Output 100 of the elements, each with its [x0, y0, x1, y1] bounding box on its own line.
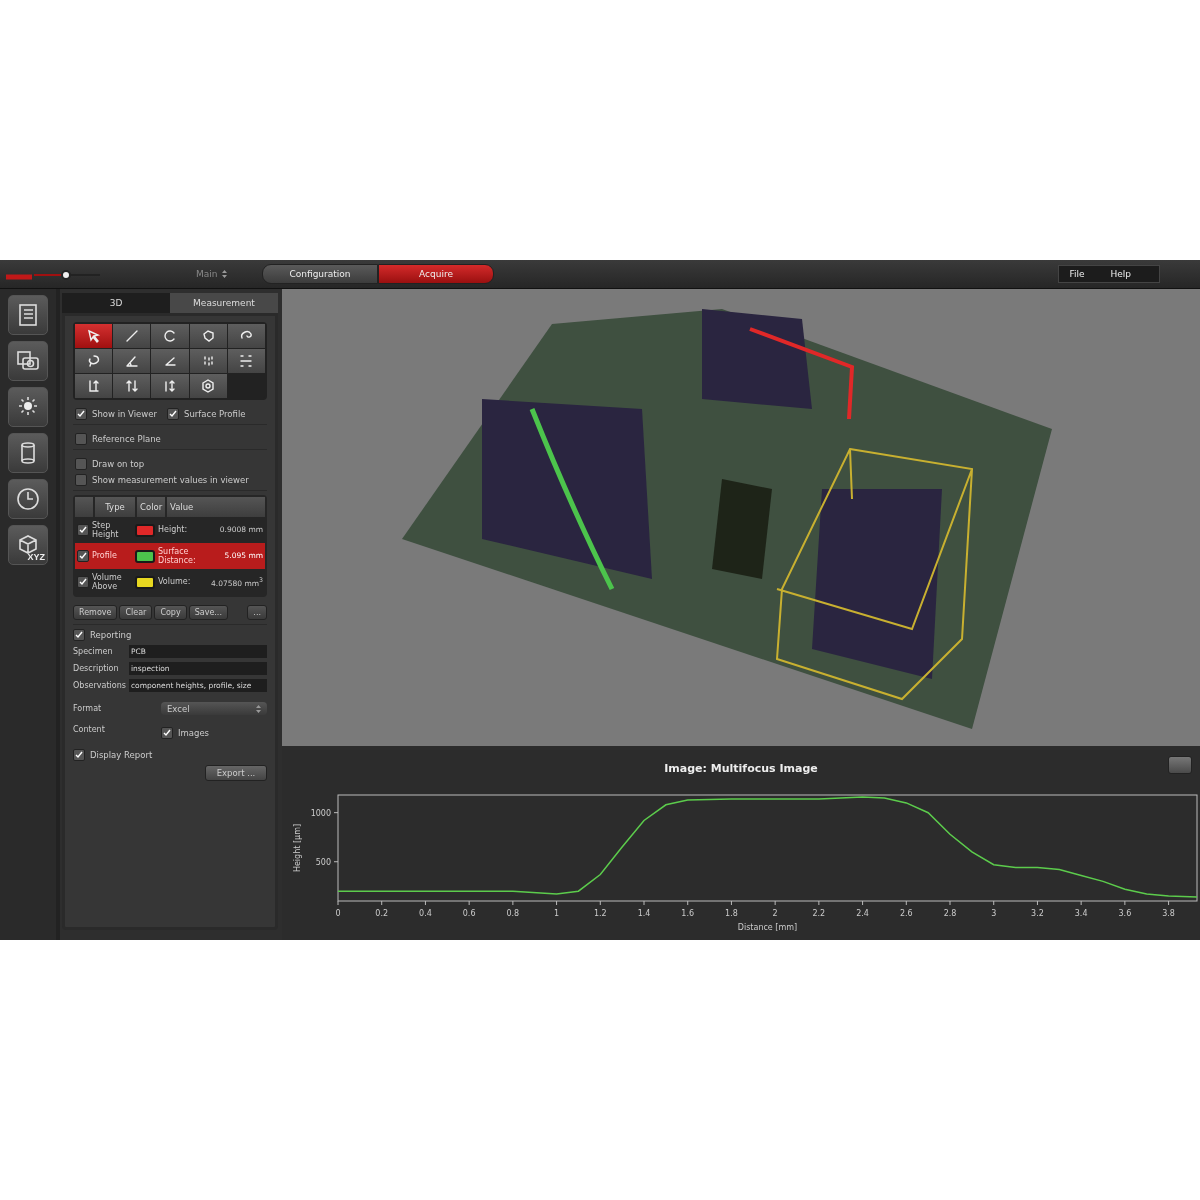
measure-tool-button[interactable]	[189, 324, 227, 348]
x-tick-label: 1.4	[637, 909, 651, 918]
x-tick-label: 0.6	[462, 909, 476, 918]
x-tick-label: 1	[554, 909, 560, 918]
column-header	[75, 497, 93, 517]
spinner-icon	[256, 704, 261, 713]
y-axis-label: Height [µm]	[293, 823, 302, 873]
chart-title: Image: Multifocus Image	[664, 762, 818, 775]
checkbox[interactable]	[77, 550, 89, 562]
action-button[interactable]: Clear	[119, 605, 153, 620]
check-icon	[77, 410, 85, 418]
x-tick-label: 3.8	[1162, 909, 1175, 918]
panel-tab[interactable]: Measurement	[170, 293, 278, 313]
column-header: Type	[95, 497, 135, 517]
option-label: Reporting	[90, 630, 132, 640]
value-label: Surface Distance:	[158, 546, 197, 566]
measure-tool-button[interactable]	[113, 324, 151, 348]
action-button[interactable]: Copy	[154, 605, 187, 620]
measure-tool-button[interactable]	[151, 349, 189, 373]
check-icon	[169, 410, 177, 418]
camera-tool-button[interactable]	[8, 341, 48, 381]
option-label: Display Report	[90, 750, 153, 760]
checkbox[interactable]	[77, 524, 89, 536]
measure-tool-button[interactable]	[227, 349, 265, 373]
option-label: Surface Profile	[184, 409, 246, 419]
export-button[interactable]: Export ...	[205, 765, 267, 781]
field-label: Specimen	[73, 647, 114, 656]
action-button[interactable]: Save...	[188, 605, 228, 620]
option-label: Images	[178, 728, 210, 738]
field-label: Content	[73, 724, 106, 734]
type-cell-text: Step Height	[92, 520, 120, 540]
checkbox[interactable]	[75, 474, 87, 486]
format-select[interactable]: Excel	[161, 702, 267, 715]
checkbox[interactable]	[167, 408, 179, 420]
mode-select[interactable]: Main	[192, 266, 240, 282]
checkbox[interactable]	[75, 408, 87, 420]
measure-tool-button[interactable]	[227, 324, 265, 348]
x-tick-label: 3.6	[1118, 909, 1132, 918]
light-tool-button[interactable]	[8, 387, 48, 427]
checkbox[interactable]	[75, 433, 87, 445]
panel-tab[interactable]: 3D	[62, 293, 170, 313]
checkbox[interactable]	[77, 576, 89, 588]
workflow-step[interactable]: Configuration	[262, 264, 378, 284]
checkbox[interactable]	[161, 727, 173, 739]
measure-tool-button[interactable]	[113, 374, 151, 398]
checkbox[interactable]	[73, 629, 85, 641]
check-icon	[79, 552, 87, 560]
check-icon	[75, 631, 83, 639]
type-cell-text: Profile	[92, 551, 118, 561]
check-icon	[75, 751, 83, 759]
menu-item[interactable]: File	[1069, 269, 1085, 279]
x-tick-label: 1.6	[681, 909, 695, 918]
x-tick-label: 2.6	[899, 909, 913, 918]
measure-tool-button[interactable]	[75, 349, 113, 373]
distance-icon	[238, 353, 255, 369]
cube-tool-button[interactable]: XYZ	[8, 525, 48, 565]
x-axis-label: Distance [mm]	[737, 923, 798, 932]
workflow-step[interactable]: Acquire	[378, 264, 494, 284]
chart-options-button[interactable]	[1168, 756, 1192, 774]
check-icon	[79, 526, 87, 534]
x-tick-label: 0	[335, 909, 341, 918]
x-tick-label: 3	[991, 909, 997, 918]
x-tick-label: 0.8	[506, 909, 520, 918]
option-label: Show measurement values in viewer	[92, 475, 249, 485]
pointer-icon	[85, 328, 102, 344]
measure-tool-button[interactable]	[75, 324, 113, 348]
action-button[interactable]: ...	[247, 605, 267, 620]
action-button[interactable]: Remove	[73, 605, 118, 620]
xyz-label: XYZ	[27, 552, 45, 562]
measure-tool-button[interactable]	[75, 374, 113, 398]
x-tick-label: 2.8	[943, 909, 957, 918]
check-icon	[163, 729, 171, 737]
list-tool-button[interactable]	[8, 295, 48, 335]
volume-icon	[200, 378, 217, 394]
measure-tool-button[interactable]	[113, 349, 151, 373]
type-cell-text: Volume Above	[92, 572, 123, 592]
x-tick-label: 0.2	[375, 909, 389, 918]
x-tick-label: 2.4	[856, 909, 869, 918]
checkbox[interactable]	[73, 749, 85, 761]
option-label: Show in Viewer	[92, 409, 157, 419]
cylinder-tool-button[interactable]	[8, 433, 48, 473]
value-label: Volume:	[158, 577, 192, 587]
spinner-icon	[221, 270, 227, 278]
x-tick-label: 2.2	[812, 909, 826, 918]
y-tick-label: 500	[315, 857, 331, 867]
clock-tool-button[interactable]	[8, 479, 48, 519]
option-label: Draw on top	[92, 459, 145, 469]
checkbox[interactable]	[75, 458, 87, 470]
field-label: Description	[73, 664, 120, 673]
clock-icon	[15, 486, 41, 512]
menu-item[interactable]: Help	[1110, 269, 1131, 279]
x-tick-label: 0.4	[419, 909, 432, 918]
measure-tool-button[interactable]	[151, 324, 189, 348]
polygon-icon	[200, 328, 217, 344]
measure-tool-button[interactable]	[189, 374, 227, 398]
x-tick-label: 3.4	[1074, 909, 1088, 918]
x-tick-label: 1.2	[593, 909, 607, 918]
x-tick-label: 2	[772, 909, 778, 918]
x-tick-label: 3.2	[1031, 909, 1044, 918]
measure-tool-button[interactable]	[189, 349, 227, 373]
